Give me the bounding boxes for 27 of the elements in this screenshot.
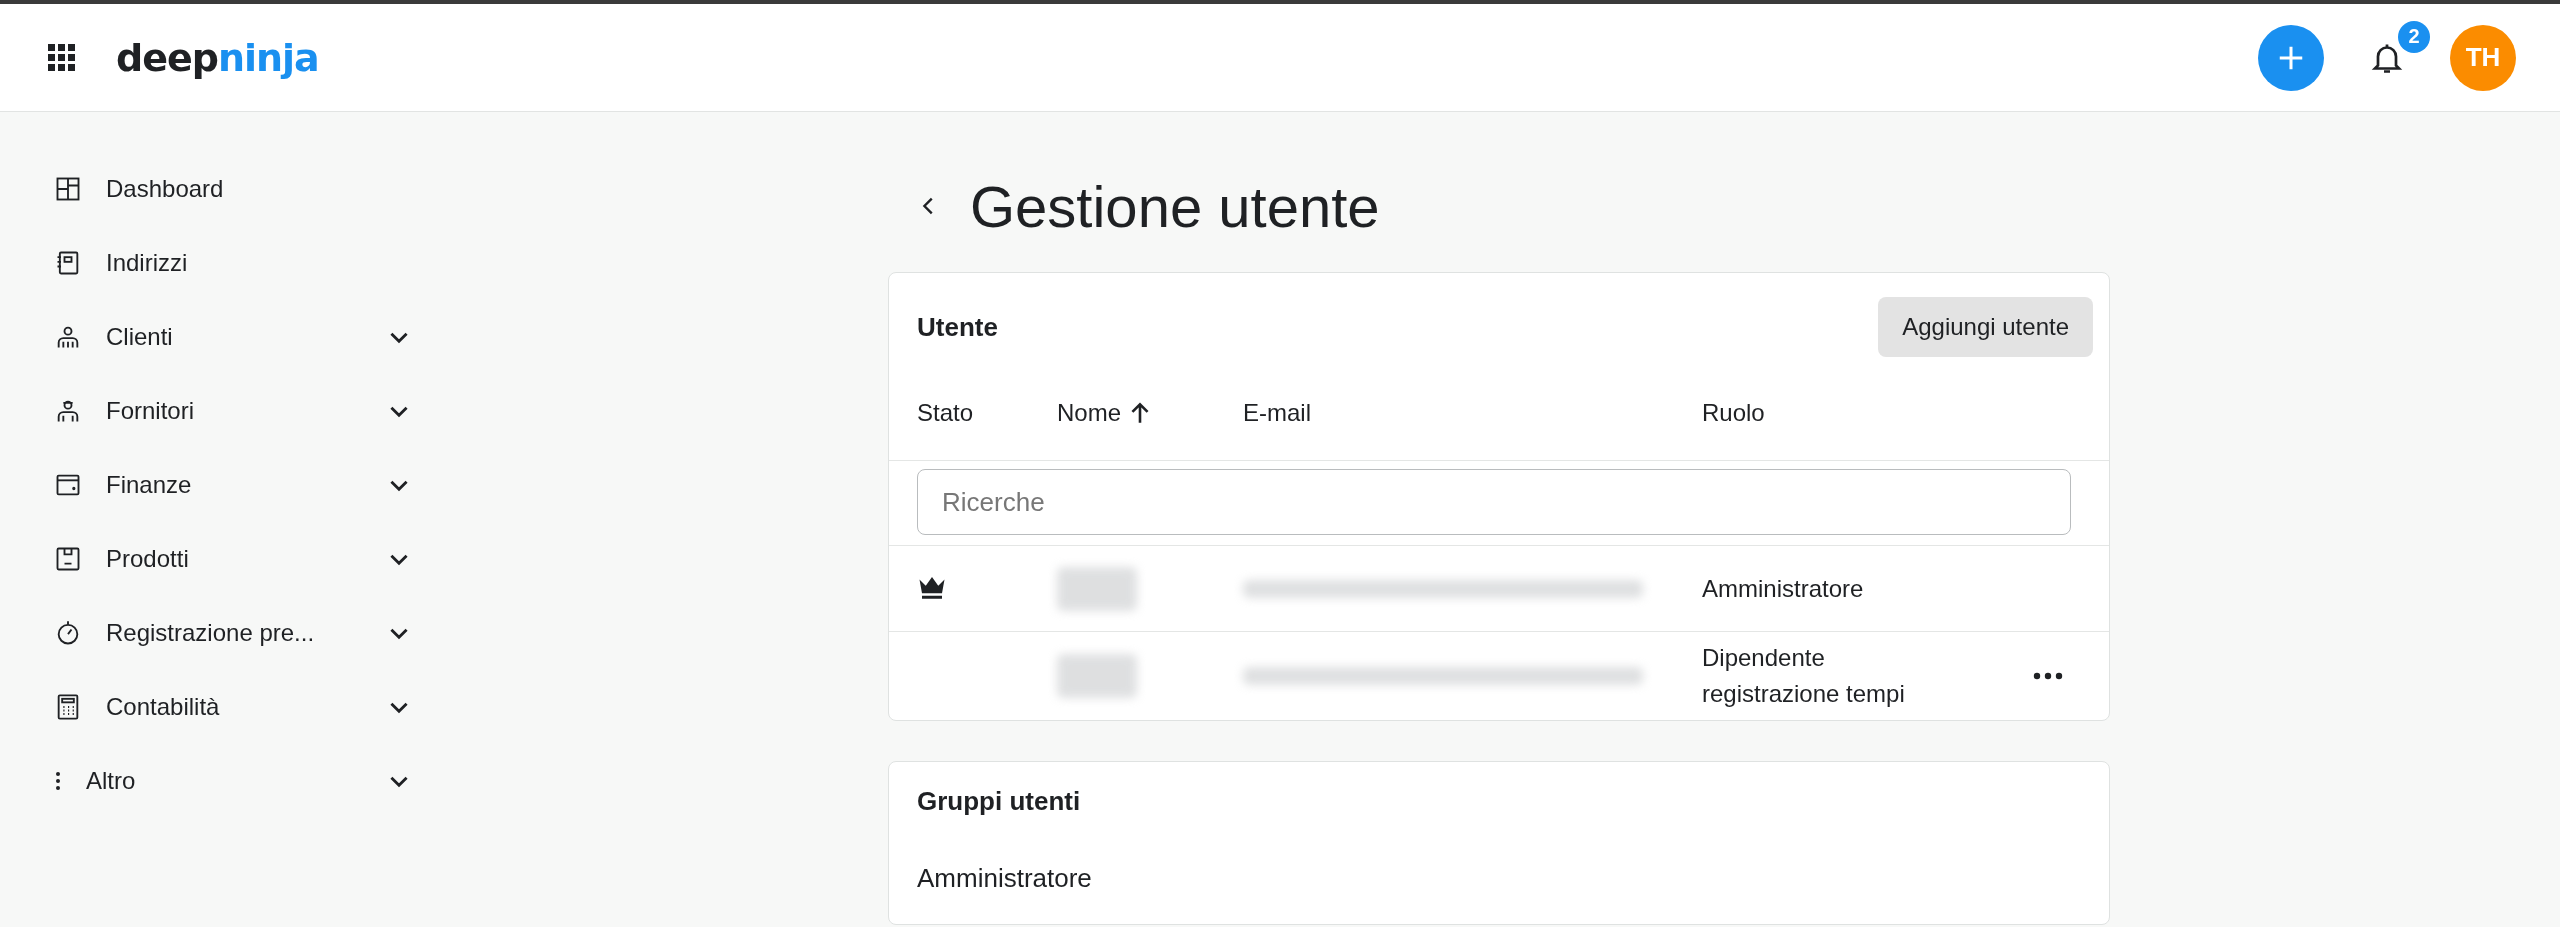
sidebar-item[interactable]: Dashboard	[0, 152, 450, 226]
box-icon	[54, 545, 82, 573]
logo[interactable]: deepninja	[116, 35, 319, 80]
sidebar-item[interactable]: Contabilità	[0, 670, 450, 744]
card-title: Utente	[917, 311, 998, 343]
apps-grid-icon[interactable]	[48, 43, 76, 72]
sidebar-item[interactable]: Finanze	[0, 448, 450, 522]
column-header[interactable]: Nome	[1057, 398, 1243, 427]
add-user-button[interactable]: Aggiungi utente	[1878, 297, 2093, 357]
sidebar-item[interactable]: Clienti	[0, 300, 450, 374]
card-title: Gruppi utenti	[917, 786, 1081, 817]
search-field[interactable]: Ricerche	[917, 469, 2071, 535]
column-header[interactable]: E-mail	[1243, 398, 1702, 427]
column-header[interactable]: Ruolo	[1702, 398, 2029, 427]
sidebar-item[interactable]: Fornitori	[0, 374, 450, 448]
grid-icon	[54, 175, 82, 203]
role-text: Amministratore	[1702, 573, 1865, 604]
column-header[interactable]: Stato	[917, 398, 1057, 427]
more-icon	[2033, 672, 2063, 680]
sidebar-item[interactable]: Registrazione pre...	[0, 596, 450, 670]
sidebar-item[interactable]: Indirizzi	[0, 226, 450, 300]
page-title: Gestione utente	[970, 172, 1380, 240]
role-text: Dipendente registrazione tempi	[1702, 643, 1906, 709]
group-item[interactable]: Amministratore	[889, 817, 2109, 924]
sidebar-item[interactable]: Prodotti	[0, 522, 450, 596]
notification-badge: 2	[2398, 20, 2430, 53]
sidebar-item[interactable]: Altro	[0, 744, 450, 818]
